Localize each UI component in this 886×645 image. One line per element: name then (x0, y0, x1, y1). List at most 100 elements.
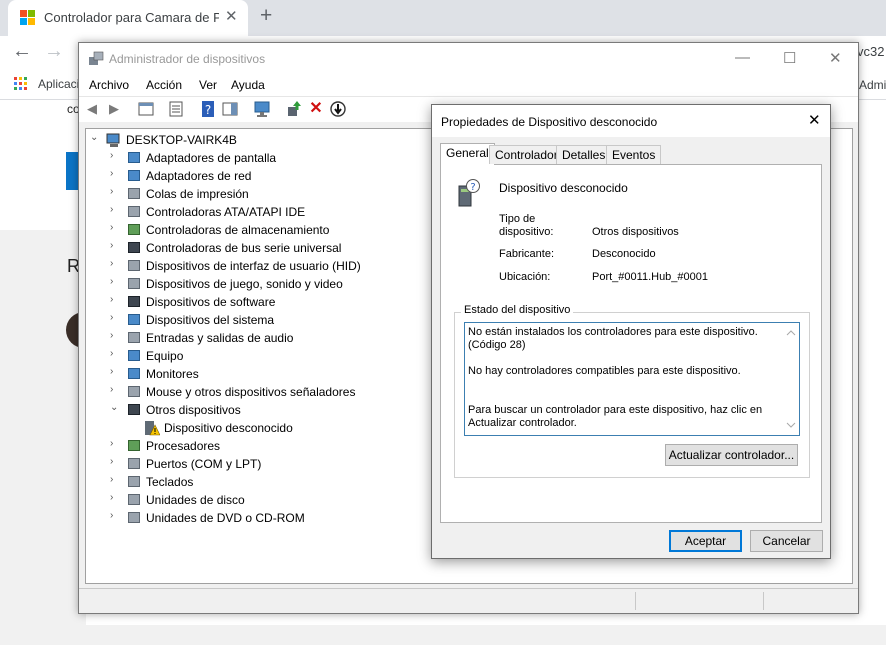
maximize-icon[interactable]: ☐ (783, 49, 796, 67)
tree-item[interactable]: › Dispositivos de software (110, 293, 430, 311)
chevron-right-icon[interactable]: › (110, 330, 120, 341)
tree-item-label: Unidades de disco (146, 493, 245, 507)
chevron-right-icon[interactable]: › (110, 438, 120, 449)
cancel-button[interactable]: Cancelar (750, 530, 823, 552)
chevron-right-icon[interactable]: › (110, 186, 120, 197)
status-line: No hay controladores compatibles para es… (468, 365, 741, 377)
tree-item-label: Otros dispositivos (146, 403, 241, 417)
menu-ayuda[interactable]: Ayuda (231, 78, 265, 92)
list-view-icon[interactable] (167, 100, 185, 118)
scan-hardware-icon[interactable] (253, 100, 271, 118)
location-value: Port_#0011.Hub_#0001 (592, 271, 709, 283)
menu-ver[interactable]: Ver (199, 78, 217, 92)
tree-item[interactable]: Dispositivo desconocido (128, 419, 448, 437)
chevron-down-icon[interactable]: ⌄ (110, 402, 120, 413)
address-bar-fragment[interactable]: vc32 (857, 44, 884, 59)
dialog-title: Propiedades de Dispositivo desconocido (441, 115, 658, 129)
tab-close-icon[interactable]: ✕ (225, 7, 238, 25)
type-label-line1: Tipo de (499, 213, 536, 225)
chevron-right-icon[interactable]: › (110, 366, 120, 377)
tree-item[interactable]: › Procesadores (110, 437, 430, 455)
tree-item-label: Controladoras ATA/ATAPI IDE (146, 205, 306, 219)
chevron-right-icon[interactable]: › (110, 204, 120, 215)
apps-grid-icon[interactable] (14, 77, 28, 91)
chevron-down-icon[interactable]: ⌄ (90, 132, 100, 143)
properties-view-icon[interactable] (137, 100, 155, 118)
tree-item[interactable]: › Entradas y salidas de audio (110, 329, 430, 347)
menu-archivo[interactable]: Archivo (89, 78, 129, 92)
tab-controlador[interactable]: Controlador (489, 145, 564, 164)
tree-item[interactable]: › Controladoras de bus serie universal (110, 239, 430, 257)
action-pane-icon[interactable] (221, 100, 239, 118)
chevron-right-icon[interactable]: › (110, 510, 120, 521)
update-driver-button[interactable]: Actualizar controlador... (665, 444, 798, 466)
tab-eventos[interactable]: Eventos (606, 145, 662, 164)
tree-item[interactable]: ⌄ Otros dispositivos (110, 401, 430, 419)
forward-arrow-icon[interactable]: → (44, 40, 64, 63)
chevron-right-icon[interactable]: › (110, 222, 120, 233)
storage-controller-icon (126, 222, 142, 238)
tree-item[interactable]: › Teclados (110, 473, 430, 491)
tab-detalles[interactable]: Detalles (556, 145, 612, 164)
tree-item[interactable]: › Adaptadores de pantalla (110, 149, 430, 167)
ok-button[interactable]: Aceptar (669, 530, 742, 552)
tree-item[interactable]: › Dispositivos de juego, sonido y video (110, 275, 430, 293)
chevron-right-icon[interactable]: › (110, 258, 120, 269)
chevron-right-icon[interactable]: › (110, 348, 120, 359)
device-status-textbox[interactable]: No están instalados los controladores pa… (464, 322, 800, 436)
warning-device-icon (144, 420, 161, 436)
tree-item[interactable]: › Adaptadores de red (110, 167, 430, 185)
tree-item-label: Procesadores (146, 439, 221, 453)
tree-item[interactable]: › Dispositivos de interfaz de usuario (HI… (110, 257, 430, 275)
uninstall-icon[interactable]: ✕ (307, 100, 325, 118)
disk-drive-icon (126, 492, 142, 508)
chevron-right-icon[interactable]: › (110, 150, 120, 161)
tree-item[interactable]: › Monitores (110, 365, 430, 383)
tree-item[interactable]: › Controladoras ATA/ATAPI IDE (110, 203, 430, 221)
tree-item[interactable]: › Puertos (COM y LPT) (110, 455, 430, 473)
chevron-right-icon[interactable]: › (110, 492, 120, 503)
window-title: Administrador de dispositivos (109, 52, 266, 66)
menu-accion[interactable]: Acción (146, 78, 182, 92)
tree-item[interactable]: › Equipo (110, 347, 430, 365)
chevron-right-icon[interactable]: › (110, 384, 120, 395)
tab-general[interactable]: General (440, 143, 495, 165)
chevron-right-icon[interactable]: › (110, 312, 120, 323)
help-icon[interactable]: ? (199, 100, 217, 118)
tree-item[interactable]: › Unidades de disco (110, 491, 430, 509)
tree-root[interactable]: ⌄ DESKTOP-VAIRK4B (90, 131, 390, 149)
tree-item[interactable]: › Mouse y otros dispositivos señaladores (110, 383, 430, 401)
unknown-device-large-icon: ? (458, 179, 480, 207)
tree-item-label: Adaptadores de pantalla (146, 151, 277, 165)
tree-item-label: Dispositivos de interfaz de usuario (HID… (146, 259, 361, 273)
chevron-right-icon[interactable]: › (110, 456, 120, 467)
software-device-icon (126, 294, 142, 310)
disable-device-icon[interactable] (329, 100, 347, 118)
chevron-right-icon[interactable]: › (110, 474, 120, 485)
browser-tab[interactable]: Controlador para Camara de PC I ✕ (8, 0, 248, 36)
toolbar-forward-icon[interactable]: ▶ (105, 100, 123, 118)
toolbar-back-icon[interactable]: ◀ (83, 100, 101, 118)
apps-bookmark[interactable]: Aplicaci (38, 77, 79, 91)
update-driver-icon[interactable] (285, 100, 303, 118)
tree-item-label: Dispositivos de juego, sonido y video (146, 277, 343, 291)
tree-item-label: Adaptadores de red (146, 169, 252, 183)
tree-item[interactable]: › Dispositivos del sistema (110, 311, 430, 329)
dialog-close-icon[interactable]: ✕ (808, 111, 821, 129)
back-arrow-icon[interactable]: ← (12, 40, 32, 63)
status-scrollbar[interactable] (783, 324, 799, 434)
audio-io-icon (126, 330, 142, 346)
status-line: No están instalados los controladores pa… (468, 326, 758, 338)
tree-item[interactable]: › Controladoras de almacenamiento (110, 221, 430, 239)
chevron-right-icon[interactable]: › (110, 168, 120, 179)
close-icon[interactable]: ✕ (829, 49, 842, 67)
chevron-right-icon[interactable]: › (110, 240, 120, 251)
tree-item[interactable]: › Unidades de DVD o CD-ROM (110, 509, 430, 527)
bookmark-fragment[interactable]: Admi (859, 78, 886, 92)
chevron-right-icon[interactable]: › (110, 294, 120, 305)
system-device-icon (126, 312, 142, 328)
tree-item[interactable]: › Colas de impresión (110, 185, 430, 203)
new-tab-button[interactable]: + (260, 4, 272, 28)
minimize-icon[interactable]: — (735, 49, 750, 66)
chevron-right-icon[interactable]: › (110, 276, 120, 287)
